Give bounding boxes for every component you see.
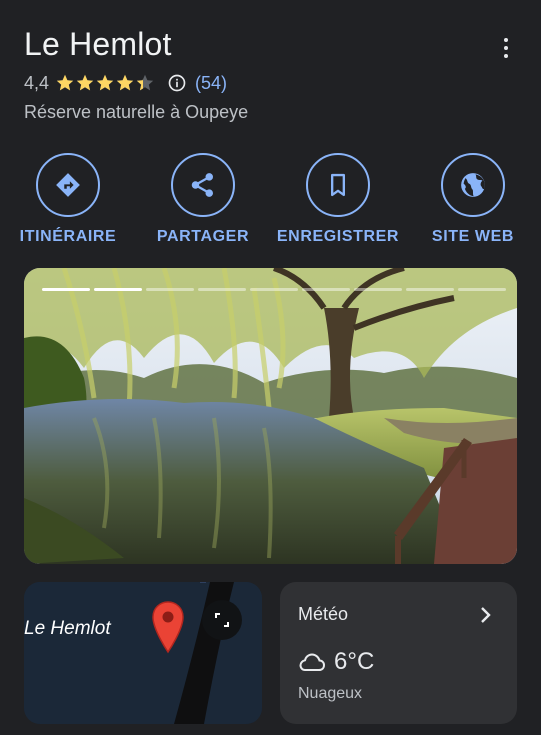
- photo-progress-segment: [198, 288, 246, 291]
- globe-icon: [461, 173, 485, 197]
- more-dot: [504, 38, 508, 42]
- place-title: Le Hemlot: [24, 26, 172, 62]
- pond-photo-image: [24, 268, 517, 564]
- share-button-circle: [171, 153, 235, 217]
- place-category: Réserve naturelle à Oupeye: [24, 102, 249, 122]
- expand-icon: [215, 613, 229, 627]
- photo-progress-segment: [302, 288, 350, 291]
- map-place-label: Le Hemlot: [24, 618, 111, 639]
- directions-button[interactable]: ITINÉRAIRE: [15, 153, 121, 246]
- review-count-link[interactable]: (54): [195, 73, 227, 94]
- rating-row[interactable]: 4,4 (54): [24, 70, 227, 96]
- star-rating: [55, 73, 155, 93]
- location-pin-icon: [152, 601, 184, 654]
- weather-temperature: 6°C: [334, 648, 375, 675]
- photo-progress-segment: [406, 288, 454, 291]
- photo-progress-segment: [42, 288, 90, 291]
- cloud-icon: [299, 653, 326, 671]
- chevron-right-icon: [481, 607, 491, 623]
- expand-map-button[interactable]: [202, 600, 242, 640]
- star-icon: [136, 74, 154, 91]
- photo-progress-segment: [146, 288, 194, 291]
- website-button-circle: [441, 153, 505, 217]
- star-icon: [96, 74, 114, 91]
- directions-label: ITINÉRAIRE: [19, 228, 117, 245]
- directions-icon: [56, 173, 80, 197]
- weather-title: Météo: [298, 604, 349, 624]
- rating-value: 4,4: [24, 72, 50, 93]
- save-button[interactable]: ENREGISTRER: [272, 153, 404, 246]
- save-label: ENREGISTRER: [276, 228, 400, 245]
- website-label: SITE WEB: [431, 228, 515, 245]
- photo-progress-segment: [458, 288, 506, 291]
- share-button[interactable]: PARTAGER: [151, 153, 255, 246]
- share-label: PARTAGER: [156, 228, 250, 245]
- more-dot: [504, 54, 508, 58]
- place-photo[interactable]: [24, 268, 517, 564]
- directions-button-circle: [36, 153, 100, 217]
- share-icon: [191, 173, 213, 197]
- photo-progress-segment: [94, 288, 142, 291]
- photo-progress-segment: [354, 288, 402, 291]
- photo-progress-segment: [250, 288, 298, 291]
- star-icon: [116, 74, 134, 91]
- weather-temperature-row: 6°C: [298, 648, 374, 676]
- website-button[interactable]: SITE WEB: [426, 153, 520, 246]
- more-dot: [504, 46, 508, 50]
- bookmark-icon: [331, 173, 345, 197]
- star-icon: [56, 74, 74, 91]
- save-button-circle: [306, 153, 370, 217]
- map-preview-card[interactable]: Le Hemlot: [24, 582, 262, 724]
- weather-card[interactable]: Météo 6°C Nuageux: [280, 582, 517, 724]
- weather-condition: Nuageux: [298, 685, 363, 702]
- photo-progress-indicator: [42, 288, 506, 291]
- action-bar: ITINÉRAIRE PARTAGER ENREGISTRER SITE WEB: [0, 153, 541, 253]
- more-options-button[interactable]: [494, 34, 518, 62]
- info-icon[interactable]: [167, 73, 187, 93]
- star-icon: [76, 74, 94, 91]
